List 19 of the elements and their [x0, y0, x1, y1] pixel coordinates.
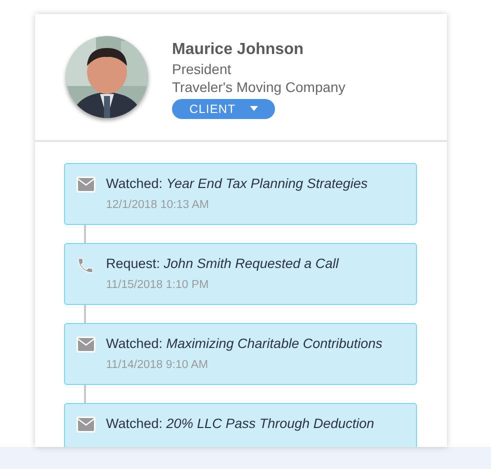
- activity-timestamp: 11/14/2018 9:10 AM: [106, 358, 210, 372]
- phone-icon: [76, 256, 95, 275]
- envelope-icon: [76, 176, 96, 193]
- activity-card[interactable]: Watched: 20% LLC Pass Through Deduction: [64, 403, 417, 447]
- activity-card[interactable]: Watched: Year End Tax Planning Strategies 12/1/2018 10:13 AM: [64, 163, 417, 225]
- activity-card[interactable]: Request: John Smith Requested a Call 11/15/2018 1:10 PM: [64, 243, 417, 305]
- envelope-icon: [76, 416, 96, 433]
- company-name: Traveler's Moving Company: [172, 78, 346, 96]
- caret-icon: [250, 106, 258, 111]
- activity-card[interactable]: Watched: Maximizing Charitable Contributions 11/14/2018 9:10 AM: [64, 323, 417, 385]
- envelope-icon: [76, 336, 96, 353]
- activity-text: Watched: Maximizing Charitable Contributions: [106, 336, 382, 352]
- contact-name: Maurice Johnson: [172, 40, 305, 60]
- activity-text: Request: John Smith Requested a Call: [106, 256, 339, 272]
- job-title: President: [172, 60, 232, 78]
- activity-timestamp: 12/1/2018 10:13 AM: [106, 198, 210, 212]
- activity-text: Watched: Year End Tax Planning Strategies: [106, 176, 368, 192]
- activity-text: Watched: 20% LLC Pass Through Deduction: [106, 416, 374, 432]
- activity-timestamp: 11/15/2018 1:10 PM: [106, 278, 210, 292]
